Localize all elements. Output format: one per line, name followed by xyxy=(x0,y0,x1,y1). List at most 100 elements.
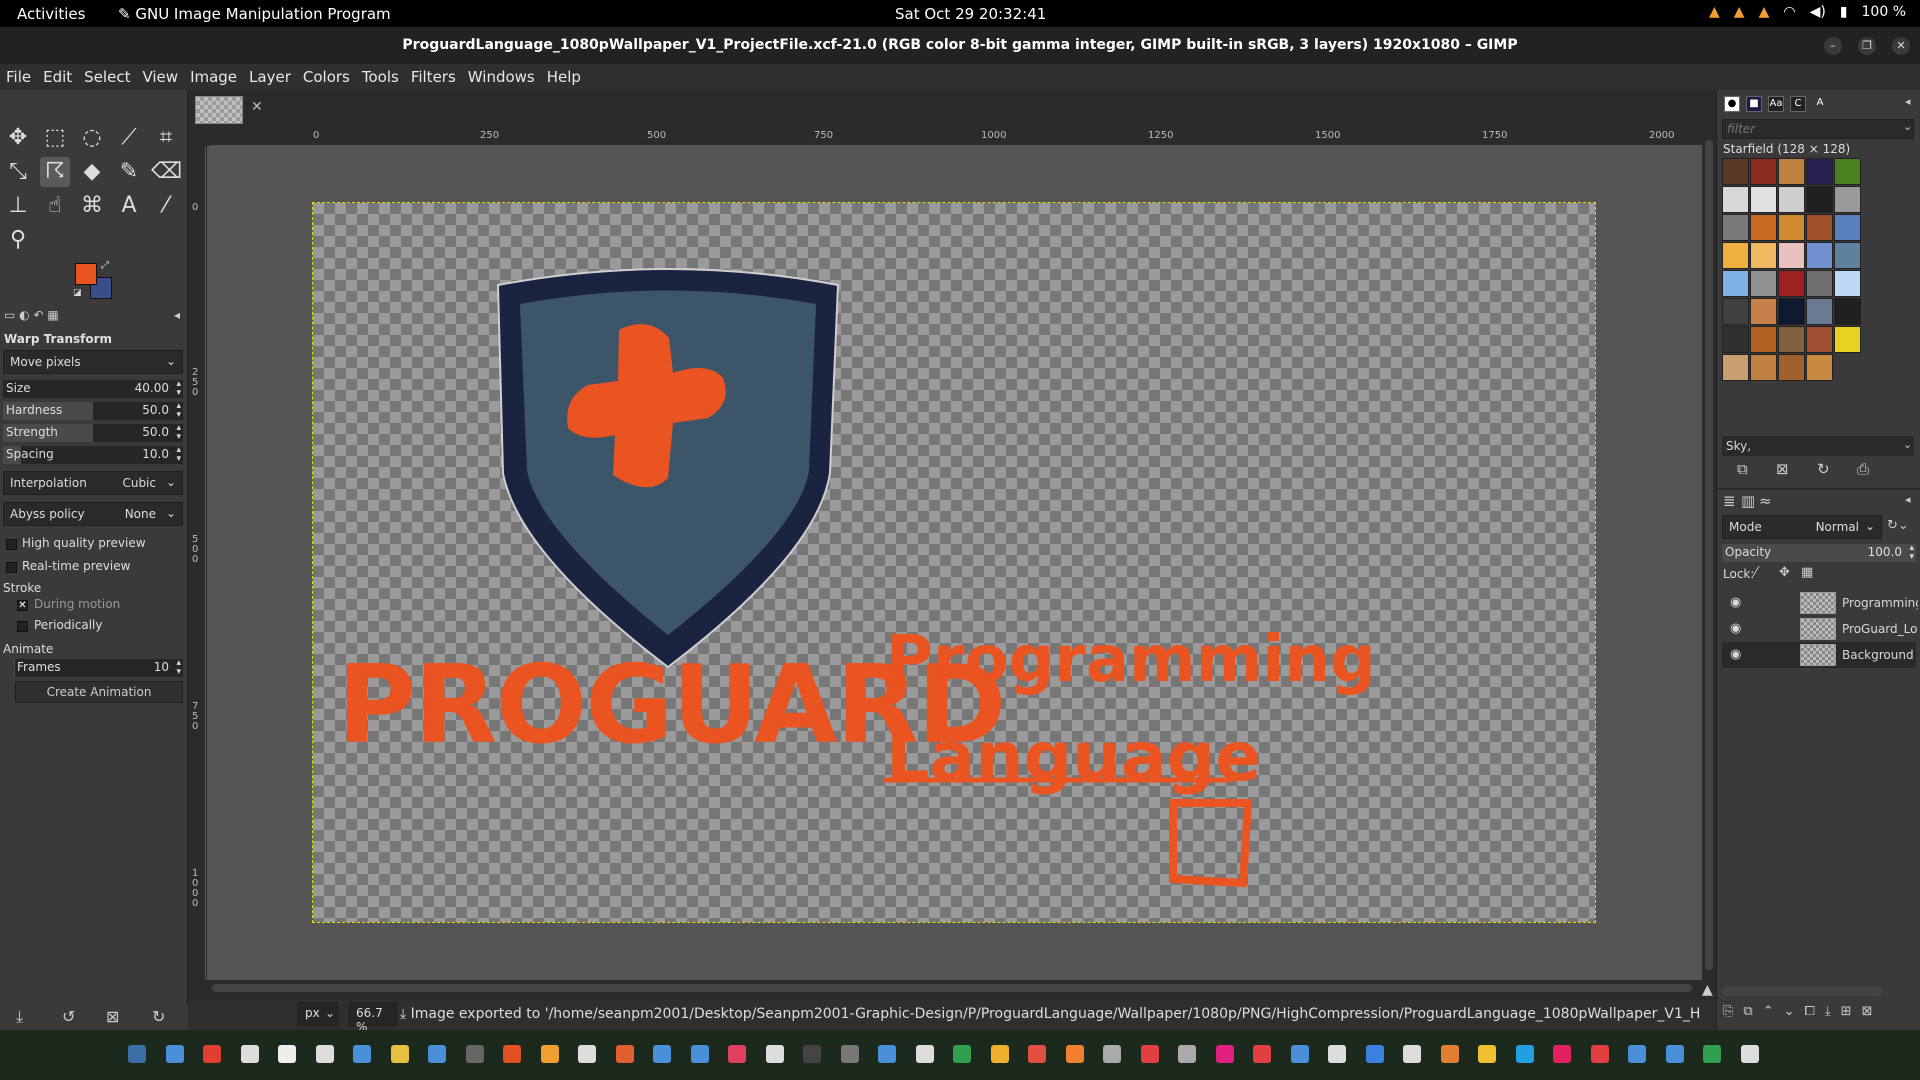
image-tab-thumbnail[interactable] xyxy=(195,96,243,124)
taskbar-app-icon[interactable] xyxy=(240,1045,259,1063)
menu-select[interactable]: Select xyxy=(78,64,136,90)
pattern-swatch[interactable] xyxy=(1834,186,1861,213)
pattern-swatch[interactable] xyxy=(1750,186,1777,213)
new-layer-icon[interactable]: ⎘ xyxy=(1723,1004,1733,1024)
menu-view[interactable]: View xyxy=(136,64,184,90)
menu-file[interactable]: File xyxy=(0,64,37,90)
taskbar-app-icon[interactable] xyxy=(1178,1045,1196,1063)
pattern-swatch[interactable] xyxy=(1722,354,1749,381)
move-tool-icon[interactable]: ✥ xyxy=(3,123,33,153)
pattern-swatch[interactable] xyxy=(1778,214,1805,241)
warning-icon[interactable]: ▲ xyxy=(1709,4,1720,20)
high-quality-preview-checkbox[interactable] xyxy=(6,539,17,550)
strength-slider[interactable]: Strength 50.0 ▴ ▾ xyxy=(3,424,183,442)
menu-layer[interactable]: Layer xyxy=(243,64,297,90)
horizontal-ruler[interactable]: 0 250 500 750 1000 1250 1500 1750 2000 xyxy=(210,128,1702,146)
warp-transform-tool-icon[interactable]: ☈ xyxy=(40,157,70,187)
image-canvas[interactable]: PROGUARD Programming Language xyxy=(207,146,1702,980)
taskbar-app-icon[interactable] xyxy=(128,1045,146,1063)
taskbar-app-icon[interactable] xyxy=(465,1045,484,1063)
close-icon[interactable]: ✕ xyxy=(251,99,263,115)
menu-colors[interactable]: Colors xyxy=(297,64,356,90)
app-menu[interactable]: ✎ GNU Image Manipulation Program xyxy=(118,5,391,23)
taskbar-app-icon[interactable] xyxy=(1290,1045,1309,1063)
pattern-swatch[interactable] xyxy=(1750,214,1777,241)
chevron-down-icon[interactable]: ⌄ xyxy=(1903,438,1912,451)
zoom-tool-icon[interactable]: ⚲ xyxy=(3,225,33,255)
taskbar-app-icon[interactable] xyxy=(1740,1045,1759,1063)
tool-presets-tab-icon[interactable]: A xyxy=(1812,96,1828,112)
pattern-swatch[interactable] xyxy=(1722,158,1749,185)
pattern-swatch[interactable] xyxy=(1834,158,1861,185)
taskbar-app-icon[interactable] xyxy=(803,1045,821,1063)
taskbar-app-icon[interactable] xyxy=(1628,1045,1646,1063)
spin-arrows-icon[interactable]: ▴ ▾ xyxy=(176,424,181,442)
open-pattern-icon[interactable]: ⎙ xyxy=(1857,460,1869,478)
spin-arrows-icon[interactable]: ▴ ▾ xyxy=(176,446,181,464)
taskbar-app-icon[interactable] xyxy=(390,1045,409,1063)
pattern-swatch[interactable] xyxy=(1806,270,1833,297)
scale-tool-icon[interactable]: ⤡ xyxy=(3,157,33,187)
chevron-down-icon[interactable]: ⌄ xyxy=(1903,120,1912,133)
clone-tool-icon[interactable]: ⊥ xyxy=(3,191,33,221)
menu-filters[interactable]: Filters xyxy=(405,64,462,90)
pattern-swatch[interactable] xyxy=(1722,326,1749,353)
taskbar-app-icon[interactable] xyxy=(1553,1045,1571,1063)
taskbar-app-icon[interactable] xyxy=(1665,1045,1684,1063)
new-group-icon[interactable]: ⧉ xyxy=(1743,1004,1752,1024)
pattern-swatch[interactable] xyxy=(1722,270,1749,297)
fuzzy-select-tool-icon[interactable]: ⟋ xyxy=(114,123,144,153)
taskbar-app-icon[interactable] xyxy=(1440,1045,1459,1063)
taskbar-app-icon[interactable] xyxy=(953,1045,971,1063)
pattern-swatch[interactable] xyxy=(1834,242,1861,269)
image-layer-area[interactable]: PROGUARD Programming Language xyxy=(312,202,1596,923)
during-motion-checkbox[interactable]: ✕ xyxy=(17,600,28,611)
layer-row[interactable]: ◉ Background xyxy=(1722,642,1916,668)
color-picker-tool-icon[interactable]: ⁄ xyxy=(151,191,181,221)
pattern-swatch[interactable] xyxy=(1834,326,1861,353)
foreground-color-swatch[interactable] xyxy=(75,263,97,285)
pattern-swatch[interactable] xyxy=(1722,186,1749,213)
warning-icon[interactable]: ▲ xyxy=(1759,4,1770,20)
pattern-swatch[interactable] xyxy=(1778,186,1805,213)
activities-button[interactable]: Activities xyxy=(17,5,85,23)
pattern-swatch[interactable] xyxy=(1750,354,1777,381)
lock-pixels-icon[interactable]: ⁄ xyxy=(1755,565,1757,580)
system-tray[interactable]: ▲ ▲ ▲ ◠ ◀) ▮ 100 % xyxy=(1709,4,1906,20)
taskbar-app-icon[interactable] xyxy=(1703,1045,1721,1063)
smudge-tool-icon[interactable]: ☝ xyxy=(40,191,70,221)
patterns-tab-icon[interactable]: ■ xyxy=(1746,96,1762,112)
menu-image[interactable]: Image xyxy=(184,64,243,90)
paintbrush-tool-icon[interactable]: ✎ xyxy=(114,157,144,187)
panel-menu-icon[interactable]: ◂ xyxy=(1905,95,1911,108)
taskbar-app-icon[interactable] xyxy=(1103,1045,1121,1063)
taskbar-app-icon[interactable] xyxy=(615,1045,634,1063)
reset-options-icon[interactable]: ↻ xyxy=(152,1007,165,1026)
pattern-swatch[interactable] xyxy=(1806,326,1833,353)
navigate-icon[interactable]: ▲ xyxy=(1702,982,1713,998)
pattern-swatch[interactable] xyxy=(1750,326,1777,353)
refresh-patterns-icon[interactable]: ↻ xyxy=(1817,460,1830,478)
opacity-slider[interactable]: Opacity 100.0 ▴ ▾ xyxy=(1722,544,1916,562)
eraser-tool-icon[interactable]: ⌫ xyxy=(151,157,182,187)
pattern-filter-input[interactable]: filter xyxy=(1722,119,1914,139)
restore-options-icon[interactable]: ↺ xyxy=(62,1007,75,1026)
pattern-name-field[interactable]: Sky, xyxy=(1722,436,1914,456)
images-tab-icon[interactable]: ▦ xyxy=(47,308,58,322)
panel-menu-icon[interactable]: ◂ xyxy=(1905,493,1911,506)
taskbar-app-icon[interactable] xyxy=(315,1045,334,1063)
pattern-swatch[interactable] xyxy=(1834,214,1861,241)
delete-options-icon[interactable]: ⊠ xyxy=(106,1007,119,1026)
lock-position-icon[interactable]: ✥ xyxy=(1779,565,1790,580)
minimize-button[interactable]: – xyxy=(1824,37,1842,55)
mask-icon[interactable]: ⊞ xyxy=(1841,1004,1852,1024)
layers-scrollbar[interactable] xyxy=(1722,986,1882,996)
scroll-thumb[interactable] xyxy=(1705,140,1713,970)
taskbar-app-icon[interactable] xyxy=(878,1045,896,1063)
hardness-slider[interactable]: Hardness 50.0 ▴ ▾ xyxy=(3,402,183,420)
taskbar-app-icon[interactable] xyxy=(278,1045,296,1063)
pattern-swatch[interactable] xyxy=(1778,354,1805,381)
undo-history-tab-icon[interactable]: ↶ xyxy=(33,308,43,322)
tool-options-tab-icon[interactable]: ▭ xyxy=(4,308,15,322)
taskbar-app-icon[interactable] xyxy=(1365,1045,1384,1063)
